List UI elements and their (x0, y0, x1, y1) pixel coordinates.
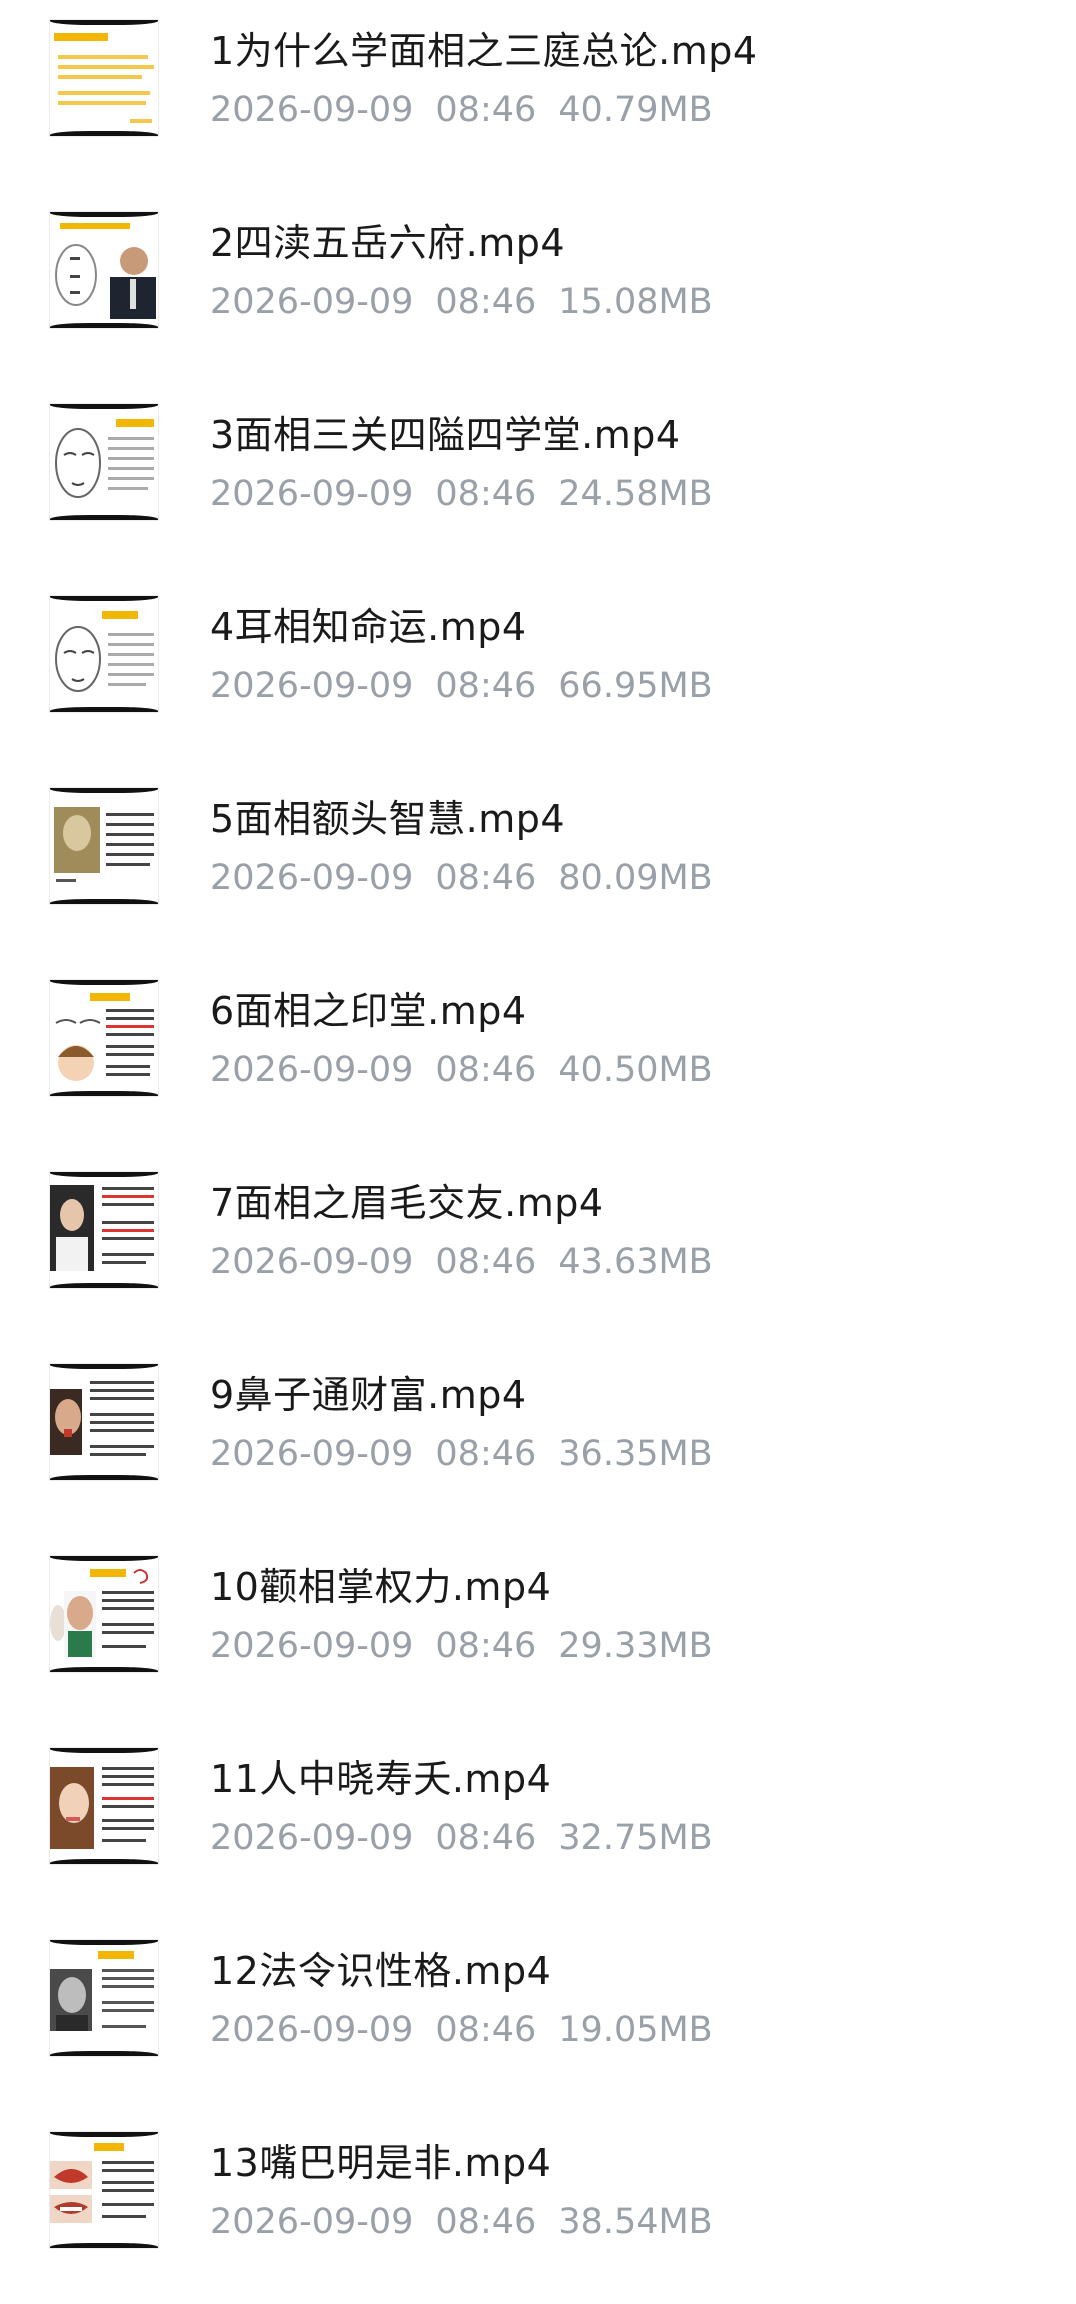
file-date: 2026-09-09 (210, 1626, 414, 1666)
file-size: 24.58MB (558, 474, 713, 514)
woman-photo-text-icon (50, 1753, 158, 1859)
file-date: 2026-09-09 (210, 666, 414, 706)
portrait-text-icon (50, 793, 158, 899)
file-title: 1为什么学面相之三庭总论.mp4 (210, 29, 758, 73)
file-item[interactable]: 1为什么学面相之三庭总论.mp4 2026-09-09 08:46 40.79MB (0, 0, 1076, 192)
file-date: 2026-09-09 (210, 474, 414, 514)
file-size: 36.35MB (558, 1434, 713, 1474)
file-time: 08:46 (435, 1434, 537, 1474)
file-meta: 2026-09-09 08:46 36.35MB (210, 1434, 713, 1474)
file-title: 5面相额头智慧.mp4 (210, 797, 566, 841)
file-date: 2026-09-09 (210, 2010, 414, 2050)
lips-photo-text-icon (50, 2137, 158, 2243)
man-photo-text-icon (50, 1369, 158, 1475)
video-thumbnail (50, 1172, 158, 1288)
file-meta: 2026-09-09 08:46 66.95MB (210, 666, 713, 706)
video-thumbnail (50, 1556, 158, 1672)
file-title: 6面相之印堂.mp4 (210, 989, 527, 1033)
file-meta: 2026-09-09 08:46 40.79MB (210, 90, 713, 130)
file-date: 2026-09-09 (210, 1050, 414, 1090)
file-item[interactable]: 9鼻子通财富.mp4 2026-09-09 08:46 36.35MB (0, 1344, 1076, 1536)
file-meta: 2026-09-09 08:46 38.54MB (210, 2202, 713, 2242)
file-meta: 2026-09-09 08:46 24.58MB (210, 474, 713, 514)
file-date: 2026-09-09 (210, 282, 414, 322)
file-time: 08:46 (435, 858, 537, 898)
video-thumbnail (50, 20, 158, 136)
file-date: 2026-09-09 (210, 2202, 414, 2242)
yellow-text-slide-icon (50, 25, 158, 131)
file-size: 38.54MB (558, 2202, 713, 2242)
video-thumbnail (50, 1940, 158, 2056)
file-size: 15.08MB (558, 282, 713, 322)
file-date: 2026-09-09 (210, 1242, 414, 1282)
file-item[interactable]: 3面相三关四隘四学堂.mp4 2026-09-09 08:46 24.58MB (0, 384, 1076, 576)
file-date: 2026-09-09 (210, 1434, 414, 1474)
file-item[interactable]: 10颧相掌权力.mp4 2026-09-09 08:46 29.33MB (0, 1536, 1076, 1728)
woman-photo-text-icon (50, 1177, 158, 1283)
file-item[interactable]: 7面相之眉毛交友.mp4 2026-09-09 08:46 43.63MB (0, 1152, 1076, 1344)
file-meta: 2026-09-09 08:46 15.08MB (210, 282, 713, 322)
file-item[interactable]: 13嘴巴明是非.mp4 2026-09-09 08:46 38.54MB (0, 2112, 1076, 2304)
file-date: 2026-09-09 (210, 858, 414, 898)
video-thumbnail (50, 1364, 158, 1480)
file-item[interactable]: 4耳相知命运.mp4 2026-09-09 08:46 66.95MB (0, 576, 1076, 768)
file-time: 08:46 (435, 474, 537, 514)
face-sketch-text-icon (50, 409, 158, 515)
file-title: 3面相三关四隘四学堂.mp4 (210, 413, 681, 457)
video-thumbnail (50, 1748, 158, 1864)
file-meta: 2026-09-09 08:46 40.50MB (210, 1050, 713, 1090)
file-time: 08:46 (435, 2010, 537, 2050)
file-meta: 2026-09-09 08:46 80.09MB (210, 858, 713, 898)
file-title: 4耳相知命运.mp4 (210, 605, 527, 649)
file-title: 2四渎五岳六府.mp4 (210, 221, 566, 265)
file-size: 80.09MB (558, 858, 713, 898)
file-size: 43.63MB (558, 1242, 713, 1282)
file-time: 08:46 (435, 1050, 537, 1090)
file-item[interactable]: 11人中晓寿夭.mp4 2026-09-09 08:46 32.75MB (0, 1728, 1076, 1920)
video-thumbnail (50, 788, 158, 904)
file-item[interactable]: 6面相之印堂.mp4 2026-09-09 08:46 40.50MB (0, 960, 1076, 1152)
man-photo-text-icon (50, 1561, 158, 1667)
file-title: 12法令识性格.mp4 (210, 1949, 552, 1993)
file-date: 2026-09-09 (210, 1818, 414, 1858)
file-title: 11人中晓寿夭.mp4 (210, 1757, 552, 1801)
file-size: 40.50MB (558, 1050, 713, 1090)
file-time: 08:46 (435, 1626, 537, 1666)
file-item[interactable]: 2四渎五岳六府.mp4 2026-09-09 08:46 15.08MB (0, 192, 1076, 384)
video-thumbnail (50, 404, 158, 520)
file-size: 32.75MB (558, 1818, 713, 1858)
face-diagram-man-photo-icon (50, 217, 158, 323)
file-time: 08:46 (435, 2202, 537, 2242)
file-title: 9鼻子通财富.mp4 (210, 1373, 527, 1417)
video-thumbnail (50, 596, 158, 712)
file-meta: 2026-09-09 08:46 19.05MB (210, 2010, 713, 2050)
video-thumbnail (50, 980, 158, 1096)
file-date: 2026-09-09 (210, 90, 414, 130)
file-title: 7面相之眉毛交友.mp4 (210, 1181, 604, 1225)
bw-portrait-text-icon (50, 1945, 158, 2051)
file-list: 1为什么学面相之三庭总论.mp4 2026-09-09 08:46 40.79MB (0, 0, 1076, 2280)
file-meta: 2026-09-09 08:46 43.63MB (210, 1242, 713, 1282)
file-title: 13嘴巴明是非.mp4 (210, 2141, 552, 2185)
file-time: 08:46 (435, 1818, 537, 1858)
face-sketch-text-icon (50, 601, 158, 707)
file-meta: 2026-09-09 08:46 29.33MB (210, 1626, 713, 1666)
cartoon-face-text-icon (50, 985, 158, 1091)
file-meta: 2026-09-09 08:46 32.75MB (210, 1818, 713, 1858)
file-time: 08:46 (435, 282, 537, 322)
file-time: 08:46 (435, 1242, 537, 1282)
file-item[interactable]: 12法令识性格.mp4 2026-09-09 08:46 19.05MB (0, 1920, 1076, 2112)
file-time: 08:46 (435, 666, 537, 706)
file-size: 40.79MB (558, 90, 713, 130)
file-size: 66.95MB (558, 666, 713, 706)
file-size: 19.05MB (558, 2010, 713, 2050)
video-thumbnail (50, 212, 158, 328)
file-title: 10颧相掌权力.mp4 (210, 1565, 552, 1609)
file-item[interactable]: 5面相额头智慧.mp4 2026-09-09 08:46 80.09MB (0, 768, 1076, 960)
video-thumbnail (50, 2132, 158, 2248)
file-size: 29.33MB (558, 1626, 713, 1666)
file-time: 08:46 (435, 90, 537, 130)
